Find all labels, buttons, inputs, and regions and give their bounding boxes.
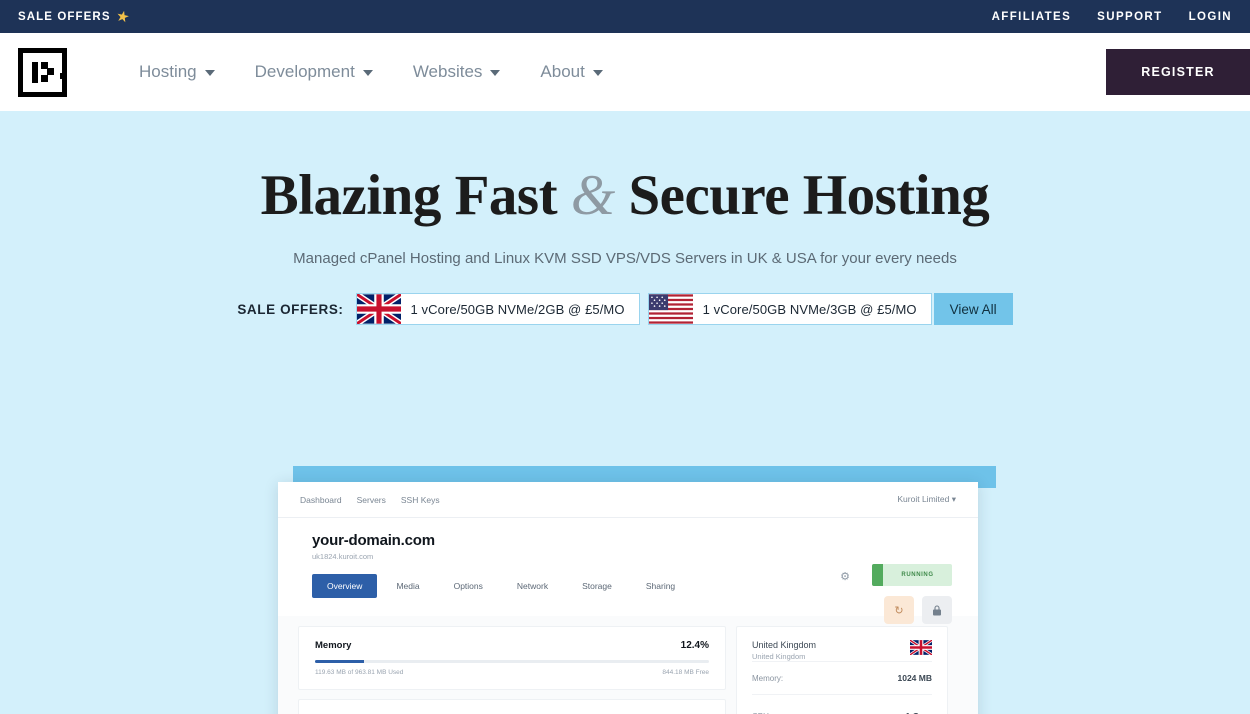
memory-card: Memory 12.4% 119.63 MB of 963.81 MB Used… (298, 626, 726, 690)
dashboard-hostname: uk1824.kuroit.com (312, 552, 374, 561)
top-link-affiliates[interactable]: AFFILIATES (992, 11, 1072, 23)
primary-nav-menu: Hosting Development Websites About (139, 62, 603, 82)
dashboard-right-column: United Kingdom United Kingdom Memory: 10… (736, 626, 948, 714)
gear-icon[interactable]: ⚙ (840, 570, 850, 583)
top-link-login[interactable]: LOGIN (1189, 11, 1232, 23)
tab-network[interactable]: Network (502, 574, 563, 598)
server-info-card: United Kingdom United Kingdom Memory: 10… (736, 626, 948, 714)
dashboard-header: your-domain.com uk1824.kuroit.com Overvi… (278, 518, 978, 624)
info-row-cpu: CPU: Intel® Xeon® CPU E3-1240 v6 1 Core (752, 694, 932, 714)
nav-item-hosting[interactable]: Hosting (139, 62, 215, 82)
dashboard-topbar: Dashboard Servers SSH Keys Kuroit Limite… (278, 482, 978, 518)
memory-progress-fill (315, 660, 364, 663)
register-button[interactable]: REGISTER (1106, 49, 1250, 95)
info-row-memory-value: 1024 MB (897, 673, 933, 683)
memory-card-header: Memory 12.4% (315, 640, 709, 651)
tab-media[interactable]: Media (381, 574, 434, 598)
lock-button[interactable] (922, 596, 952, 624)
sale-offers-announcement[interactable]: SALE OFFERS ★ (18, 7, 131, 26)
dashboard-columns: Memory 12.4% 119.63 MB of 963.81 MB Used… (278, 616, 978, 714)
dashboard-body: your-domain.com uk1824.kuroit.com Overvi… (278, 518, 978, 714)
offer-chip-us-label: 1 vCore/50GB NVMe/3GB @ £5/MO (702, 301, 917, 317)
status-badge: RUNNING (872, 564, 952, 586)
sale-offers-label: SALE OFFERS (18, 10, 111, 23)
logo-dot-icon (60, 73, 66, 79)
kuroit-logo-icon[interactable] (18, 47, 67, 97)
dashboard-domain-title: your-domain.com (312, 532, 435, 549)
offer-chip-us[interactable]: 1 vCore/50GB NVMe/3GB @ £5/MO (647, 293, 932, 325)
nav-item-websites[interactable]: Websites (413, 62, 501, 82)
hero-title-part1: Blazing Fast (260, 164, 571, 227)
hero-subtitle: Managed cPanel Hosting and Linux KVM SSD… (293, 250, 957, 267)
lock-icon (933, 604, 941, 615)
dashboard-left-column: Memory 12.4% 119.63 MB of 963.81 MB Used… (298, 626, 726, 714)
offer-chip-uk-label: 1 vCore/50GB NVMe/2GB @ £5/MO (410, 301, 625, 317)
nav-item-hosting-label: Hosting (139, 62, 197, 81)
memory-progress-bar (315, 660, 709, 663)
memory-free-text: 844.18 MB Free (662, 669, 709, 676)
nav-item-about-label: About (540, 62, 585, 81)
status-badge-indicator (872, 564, 883, 586)
server-location: United Kingdom United Kingdom (752, 640, 932, 661)
top-link-support[interactable]: SUPPORT (1097, 11, 1162, 23)
memory-card-percent: 12.4% (680, 640, 709, 651)
logo-shape-k2 (47, 67, 54, 75)
uk-flag-icon (910, 640, 932, 655)
memory-card-footer: 119.63 MB of 963.81 MB Used 844.18 MB Fr… (315, 669, 709, 676)
nav-item-development[interactable]: Development (255, 62, 373, 82)
logo-shape-bar (32, 61, 38, 83)
dashboard-nav-links: Dashboard Servers SSH Keys (300, 495, 440, 505)
reboot-button[interactable]: ↻ (884, 596, 914, 624)
info-row-memory: Memory: 1024 MB (752, 661, 932, 694)
top-utility-bar: SALE OFFERS ★ AFFILIATES SUPPORT LOGIN (0, 0, 1250, 33)
tab-overview[interactable]: Overview (312, 574, 378, 598)
server-country-sub: United Kingdom (752, 652, 806, 661)
dashboard-link-ssh-keys[interactable]: SSH Keys (401, 495, 440, 505)
dashboard-preview: Dashboard Servers SSH Keys Kuroit Limite… (278, 482, 978, 714)
hero-title-part2: Secure Hosting (614, 164, 990, 227)
main-navbar: Hosting Development Websites About REGIS… (0, 33, 1250, 111)
offer-chip-uk[interactable]: 1 vCore/50GB NVMe/2GB @ £5/MO (355, 293, 640, 325)
star-icon: ★ (115, 7, 131, 26)
nav-item-development-label: Development (254, 62, 355, 81)
chevron-down-icon (362, 70, 373, 76)
chevron-down-icon (592, 70, 603, 76)
network-traffic-card: Network Traffic (public) 0.0% 492.22 MB … (298, 699, 726, 714)
logo-shape-k3 (41, 74, 48, 82)
status-badge-label: RUNNING (901, 572, 934, 578)
info-row-memory-key: Memory: (752, 674, 784, 683)
reboot-icon: ↻ (894, 604, 904, 617)
page-title: Blazing Fast & Secure Hosting (0, 111, 1250, 228)
top-utility-links: AFFILIATES SUPPORT LOGIN (992, 11, 1232, 23)
view-all-button[interactable]: View All (933, 293, 1013, 325)
server-location-text: United Kingdom United Kingdom (752, 640, 816, 661)
dashboard-link-servers[interactable]: Servers (357, 495, 386, 505)
chevron-down-icon (490, 70, 501, 76)
sale-offers-bar: SALE OFFERS: 1 vCore/50GB NVMe/2GB @ £5/… (0, 293, 1250, 325)
dashboard-link-dashboard[interactable]: Dashboard (300, 495, 342, 505)
dashboard-account-menu[interactable]: Kuroit Limited ▾ (897, 494, 956, 505)
uk-flag-icon (356, 294, 401, 324)
nav-item-about[interactable]: About (540, 62, 603, 82)
sale-offers-bar-label: SALE OFFERS: (237, 301, 344, 317)
us-flag-icon (648, 294, 693, 324)
dashboard-action-buttons: ↻ (884, 596, 952, 624)
memory-used-text: 119.63 MB of 963.81 MB Used (315, 669, 404, 676)
tab-storage[interactable]: Storage (567, 574, 627, 598)
info-row-cpu-right: Intel® Xeon® CPU E3-1240 v6 1 Core (813, 706, 932, 714)
chevron-down-icon (204, 70, 215, 76)
nav-item-websites-label: Websites (412, 62, 483, 81)
memory-card-title: Memory (315, 640, 352, 651)
hero-title-ampersand: & (570, 164, 615, 227)
tab-sharing[interactable]: Sharing (631, 574, 690, 598)
tab-options[interactable]: Options (439, 574, 498, 598)
server-country: United Kingdom (752, 640, 817, 650)
hero-section: Blazing Fast & Secure Hosting Managed cP… (0, 111, 1250, 714)
